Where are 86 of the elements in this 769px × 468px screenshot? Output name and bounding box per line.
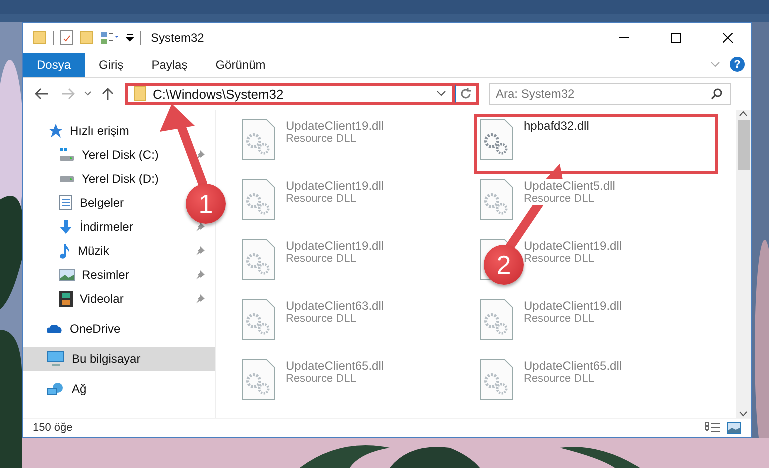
scroll-thumb[interactable] xyxy=(738,120,750,170)
folder-icon xyxy=(134,86,147,102)
ribbon-tab[interactable]: Paylaş xyxy=(138,53,202,77)
sidebar-item[interactable]: Müzik xyxy=(59,243,110,259)
sidebar-item[interactable]: Bu bilgisayar xyxy=(23,347,215,371)
file-gear-icon xyxy=(242,299,276,341)
music-note-icon xyxy=(59,243,71,259)
address-field[interactable]: C:\Windows\System32 xyxy=(125,83,455,105)
sidebar-item[interactable]: Ağ xyxy=(47,382,87,396)
chevron-down-icon xyxy=(84,91,92,97)
up-arrow-icon xyxy=(102,87,114,101)
scroll-up-icon[interactable] xyxy=(739,110,748,118)
pin-icon[interactable] xyxy=(195,294,205,304)
file-gear-icon xyxy=(480,119,514,161)
monitor-icon xyxy=(47,351,65,367)
download-arrow-icon xyxy=(59,219,73,235)
file-type: Resource DLL xyxy=(524,373,594,385)
ribbon-tab[interactable]: Görünüm xyxy=(202,53,280,77)
pin-icon[interactable] xyxy=(195,246,205,256)
item-count: 150 öğe xyxy=(33,422,74,434)
file-type: Resource DLL xyxy=(524,253,594,265)
file-gear-icon xyxy=(242,359,276,401)
file-type: Resource DLL xyxy=(286,133,356,145)
file-name[interactable]: UpdateClient19.dll xyxy=(286,239,384,253)
network-icon xyxy=(47,382,65,396)
search-icon[interactable] xyxy=(711,88,723,100)
file-name[interactable]: UpdateClient5.dll xyxy=(524,179,616,193)
file-gear-icon xyxy=(480,179,514,221)
drive-icon xyxy=(59,176,75,182)
properties-icon[interactable] xyxy=(60,30,74,46)
sidebar-item[interactable]: Resimler xyxy=(59,268,130,282)
view-icon[interactable] xyxy=(100,31,120,45)
forward-arrow-icon xyxy=(61,88,75,100)
scrollbar[interactable] xyxy=(736,110,751,418)
file-name[interactable]: UpdateClient19.dll xyxy=(286,179,384,193)
file-type: Resource DLL xyxy=(286,373,356,385)
file-name[interactable]: UpdateClient65.dll xyxy=(286,359,384,373)
pin-icon[interactable] xyxy=(195,150,205,160)
sidebar-item[interactable]: Yerel Disk (C:) xyxy=(59,148,159,162)
cloud-icon xyxy=(47,324,63,334)
refresh-button[interactable] xyxy=(455,83,479,105)
file-name[interactable]: hpbafd32.dll xyxy=(524,119,590,133)
sidebar-item[interactable]: Videolar xyxy=(59,291,124,307)
file-name[interactable]: UpdateClient19.dll xyxy=(524,299,622,313)
file-name[interactable]: UpdateClient19.dll xyxy=(286,119,384,133)
film-icon xyxy=(59,291,73,307)
file-gear-icon xyxy=(480,299,514,341)
file-type: Resource DLL xyxy=(286,313,356,325)
pin-icon[interactable] xyxy=(195,222,205,232)
image-icon xyxy=(59,269,75,281)
minimize-icon xyxy=(619,37,629,39)
file-type: Resource DLL xyxy=(524,313,594,325)
back-arrow-icon xyxy=(35,88,49,100)
file-type: Resource DLL xyxy=(286,193,356,205)
chevron-down-icon[interactable] xyxy=(437,91,446,97)
large-icons-view-icon[interactable] xyxy=(727,422,741,434)
help-button[interactable]: ? xyxy=(730,57,745,72)
search-field[interactable]: Ara: System32 xyxy=(489,83,731,105)
pin-icon[interactable] xyxy=(195,270,205,280)
file-gear-icon xyxy=(242,179,276,221)
ribbon-tab[interactable]: Dosya xyxy=(23,53,86,77)
file-item[interactable]: hpbafd32.dll xyxy=(476,116,716,172)
close-icon xyxy=(723,33,733,43)
ribbon-tab[interactable]: Giriş xyxy=(85,53,138,77)
sidebar-item[interactable]: Hızlı erişim xyxy=(47,123,130,139)
maximize-icon xyxy=(671,33,681,43)
file-gear-icon xyxy=(242,119,276,161)
file-gear-icon xyxy=(242,239,276,281)
drive-icon xyxy=(59,148,75,162)
file-name[interactable]: UpdateClient63.dll xyxy=(286,299,384,313)
file-name[interactable]: UpdateClient19.dll xyxy=(524,239,622,253)
window-title: System32 xyxy=(151,31,206,45)
star-icon xyxy=(47,123,63,139)
document-icon xyxy=(59,195,73,211)
file-type: Resource DLL xyxy=(286,253,356,265)
sidebar-item[interactable]: OneDrive xyxy=(47,322,121,336)
file-name[interactable]: UpdateClient65.dll xyxy=(524,359,622,373)
sidebar-item[interactable]: Belgeler xyxy=(59,195,124,211)
sidebar-item[interactable]: Yerel Disk (D:) xyxy=(59,172,159,186)
refresh-icon xyxy=(460,88,472,100)
dropdown-icon[interactable] xyxy=(126,33,134,43)
file-type: Resource DLL xyxy=(524,193,594,205)
scroll-down-icon[interactable] xyxy=(739,410,748,418)
file-gear-icon xyxy=(480,359,514,401)
sidebar-item[interactable]: İndirmeler xyxy=(59,219,134,235)
details-view-icon[interactable] xyxy=(705,422,721,434)
